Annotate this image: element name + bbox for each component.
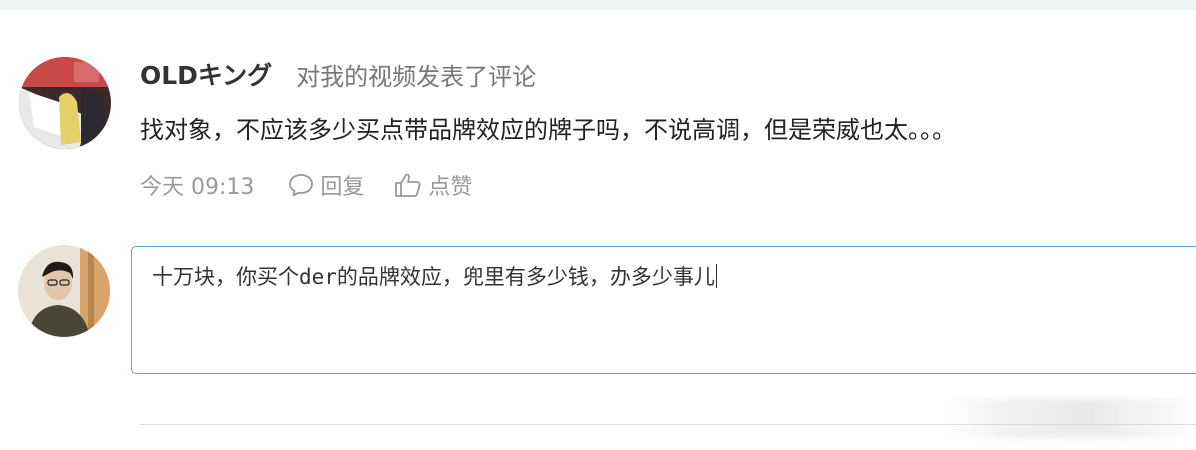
reply-input-text[interactable]: 十万块，你买个der的品牌效应，兜里有多少钱，办多少事儿 bbox=[152, 261, 718, 291]
blur-artifact bbox=[945, 398, 1185, 438]
commenter-username[interactable]: OLDキング bbox=[140, 56, 272, 92]
text-caret bbox=[715, 264, 718, 288]
commenter-avatar[interactable] bbox=[19, 57, 111, 149]
divider bbox=[139, 424, 1196, 425]
comment-content: 找对象，不应该多少买点带品牌效应的牌子吗，不说高调，但是荣威也太。。。 bbox=[140, 116, 956, 144]
thumbs-up-icon bbox=[395, 173, 421, 197]
like-button[interactable]: 点赞 bbox=[394, 169, 472, 201]
comment-header: OLDキング 对我的视频发表了评论 bbox=[140, 54, 536, 94]
top-bar bbox=[0, 0, 1196, 10]
comment-action-text: 对我的视频发表了评论 bbox=[296, 62, 537, 91]
comment-meta-row: 今天 09:13 回复 点赞 bbox=[140, 166, 472, 204]
reply-label: 回复 bbox=[320, 175, 365, 200]
reply-button[interactable]: 回复 bbox=[288, 169, 364, 201]
comment-timestamp: 今天 09:13 bbox=[140, 175, 255, 200]
reply-input[interactable]: 十万块，你买个der的品牌效应，兜里有多少钱，办多少事儿 bbox=[131, 246, 1196, 374]
current-user-avatar bbox=[18, 245, 110, 337]
reply-input-value: 十万块，你买个der的品牌效应，兜里有多少钱，办多少事儿 bbox=[152, 265, 715, 289]
speech-bubble-icon bbox=[289, 174, 314, 197]
like-label: 点赞 bbox=[428, 175, 473, 200]
